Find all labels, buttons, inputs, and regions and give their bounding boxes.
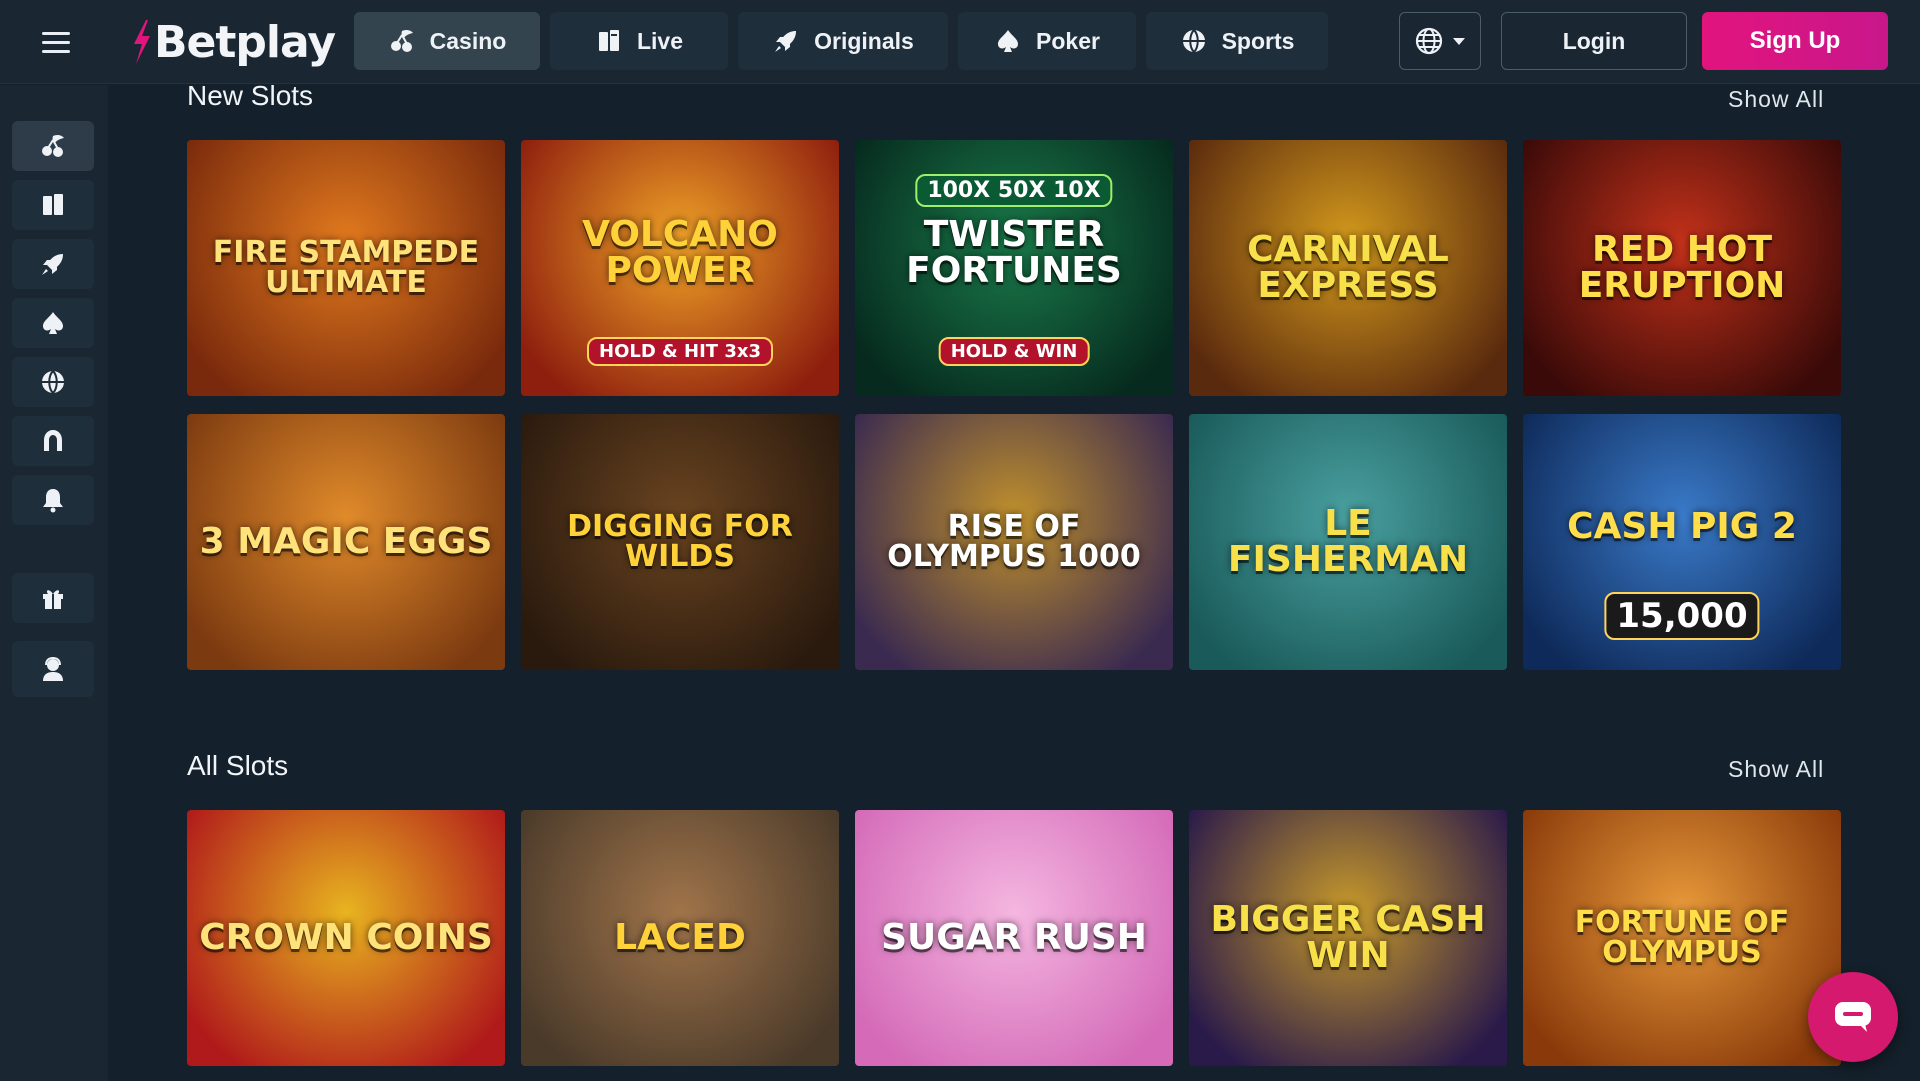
game-card[interactable]: 3 Magic Eggs [187,414,505,670]
game-title: Cash Pig 2 [1567,506,1797,547]
sidebar [0,85,108,1081]
game-title: Volcano Power [582,214,778,291]
game-title: Le Fisherman [1227,503,1469,580]
tab-live[interactable]: Live [550,12,728,70]
card-icon [43,194,63,215]
sidebar-item-horse-racing[interactable] [12,416,94,466]
game-card[interactable]: Laced [521,810,839,1066]
globe-icon [1415,27,1443,55]
game-card[interactable]: Le Fisherman [1189,414,1507,670]
tab-casino[interactable]: Casino [354,12,540,70]
signup-button[interactable]: Sign Up [1702,12,1888,70]
game-title: Sugar Rush [881,917,1147,958]
spade-icon [998,30,1019,52]
gift-icon [43,590,63,609]
tab-label: Casino [429,27,507,54]
main-nav: Casino Live Originals Poker Sports [354,12,1328,70]
sidebar-item-live[interactable] [12,180,94,230]
game-title: Digging for Wilds [567,509,793,574]
lightning-bolt-icon [134,20,150,64]
game-card[interactable]: Red Hot Eruption [1523,140,1841,396]
tab-poker[interactable]: Poker [958,12,1136,70]
game-badge: HOLD & HIT 3x3 [587,337,773,366]
tab-label: Sports [1221,27,1295,54]
game-card[interactable]: Cash Pig 2 15,000 [1523,414,1841,670]
horseshoe-icon [44,430,62,451]
rocket-icon [42,254,63,275]
game-title: Carnival Express [1247,229,1449,306]
game-title: 3 Magic Eggs [199,521,493,562]
language-selector[interactable] [1399,12,1481,70]
game-title: Twister Fortunes [906,214,1122,291]
game-card[interactable]: 100X 50X 10X Twister Fortunes HOLD & WIN [855,140,1173,396]
game-card[interactable]: Sugar Rush [855,810,1173,1066]
tab-sports[interactable]: Sports [1146,12,1328,70]
sidebar-item-sports[interactable] [12,357,94,407]
bell-icon [43,489,63,513]
menu-icon[interactable] [28,22,84,62]
game-card[interactable]: Bigger Cash Win [1189,810,1507,1066]
spade-icon [43,312,63,334]
sidebar-item-originals[interactable] [12,239,94,289]
brand-logo[interactable]: Betplay [132,14,336,70]
game-card[interactable]: Rise of Olympus 1000 [855,414,1173,670]
game-card[interactable]: Fortune of Olympus [1523,810,1841,1066]
ball-icon [42,370,64,394]
sidebar-item-promotions[interactable] [12,573,94,623]
game-card[interactable]: Volcano Power HOLD & HIT 3x3 [521,140,839,396]
section-title-new-slots: New Slots [187,80,314,111]
game-title: Rise of Olympus 1000 [887,509,1141,574]
sidebar-item-notifications[interactable] [12,475,94,525]
tab-label: Live [636,27,684,54]
chat-icon [1835,1002,1871,1032]
game-title: Bigger Cash Win [1210,899,1486,976]
game-badge: HOLD & WIN [938,337,1090,366]
tab-label: Originals [814,27,914,54]
game-card[interactable]: Fire Stampede Ultimate [187,140,505,396]
live-chat-button[interactable] [1808,972,1898,1062]
user-support-icon [43,656,63,681]
game-multiplier-label: 100X 50X 10X [915,174,1113,207]
cherry-icon [42,134,64,157]
game-title: Fortune of Olympus [1574,905,1790,970]
game-title: Red Hot Eruption [1578,229,1786,306]
tab-originals[interactable]: Originals [738,12,948,70]
section-title-all-slots: All Slots [187,750,289,781]
tab-label: Poker [1036,27,1100,54]
game-card[interactable]: Crown Coins [187,810,505,1066]
logo-text: Betplay [154,16,336,68]
game-badge: 15,000 [1604,592,1760,640]
ball-icon [1182,29,1205,53]
card-icon [598,30,619,51]
sidebar-item-poker[interactable] [12,298,94,348]
rocket-icon [775,31,797,52]
sidebar-item-casino[interactable] [12,121,94,171]
game-card[interactable]: Carnival Express [1189,140,1507,396]
top-bar: Betplay Casino Live Originals Poker Spor… [0,0,1920,84]
sidebar-item-support[interactable] [12,641,94,697]
login-button[interactable]: Login [1501,12,1687,70]
cherry-icon [390,29,413,52]
game-title: Laced [614,917,746,958]
game-title: Crown Coins [199,917,493,958]
game-card[interactable]: Digging for Wilds [521,414,839,670]
chevron-down-icon [1453,38,1465,45]
game-title: Fire Stampede Ultimate [212,235,480,300]
show-all-new-slots-link[interactable]: Show All [1728,86,1824,113]
show-all-all-slots-link[interactable]: Show All [1728,756,1824,783]
